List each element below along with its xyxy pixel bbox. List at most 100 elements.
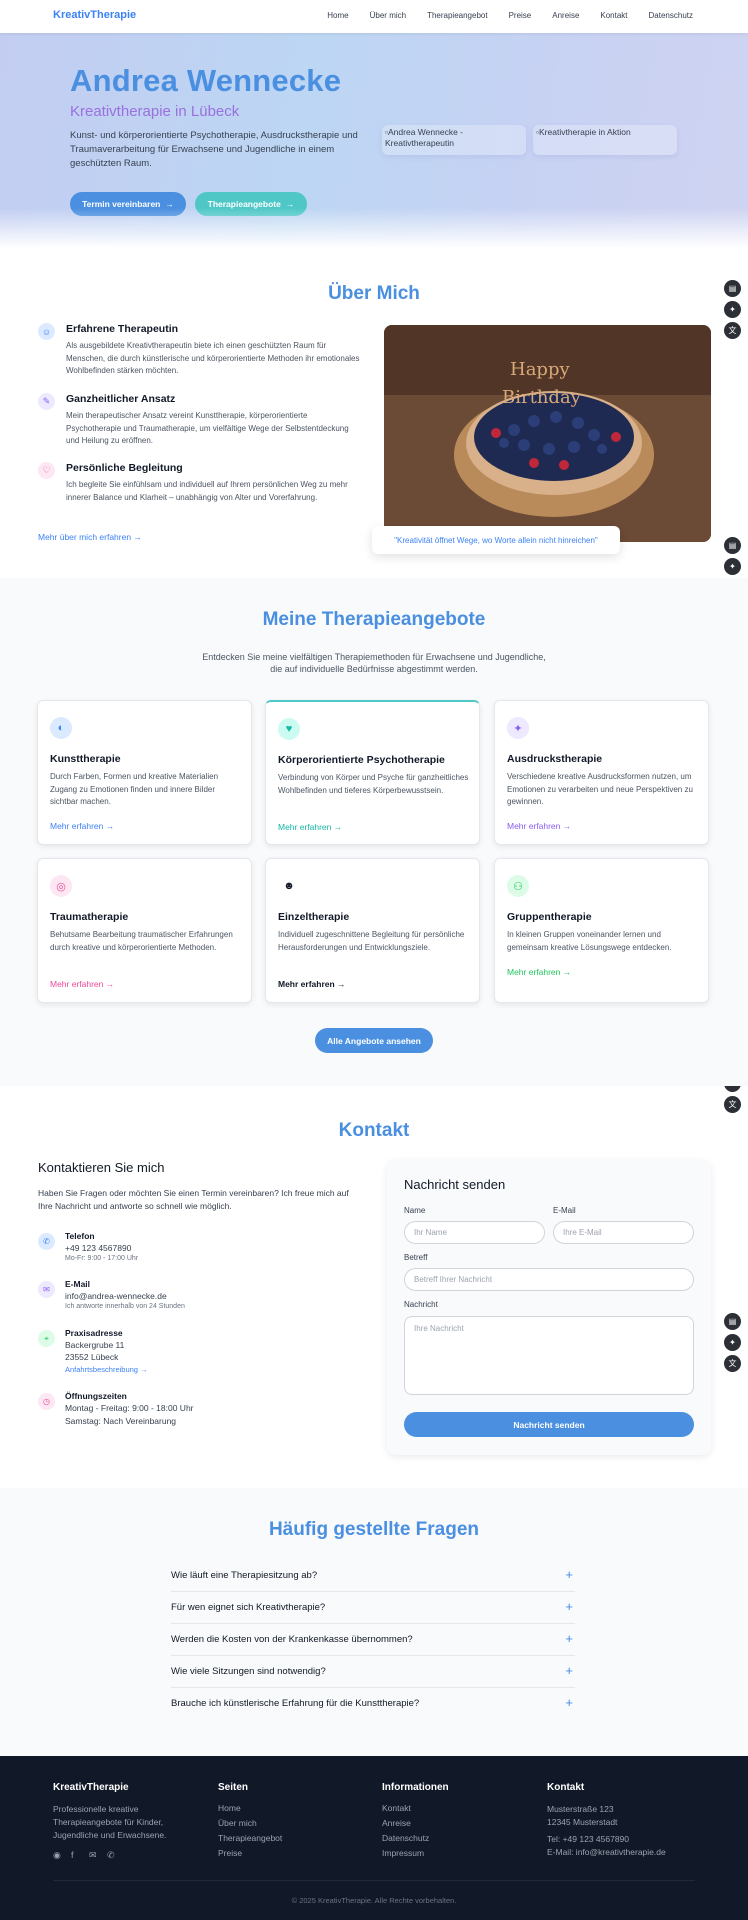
offer-card-link[interactable]: Mehr erfahren → <box>507 821 571 831</box>
translate-icon[interactable]: 文 <box>724 1355 741 1372</box>
reader-icon[interactable]: ▤ <box>724 537 741 554</box>
plus-icon: + <box>565 1695 573 1710</box>
offer-card-individual-therapy[interactable]: ☻ Einzeltherapie Individuell zugeschnitt… <box>265 858 480 1003</box>
top-navbar: KreativTherapie Home Über mich Therapiea… <box>0 0 748 33</box>
clock-icon: ◷ <box>38 1393 55 1410</box>
contact-email-label: E-Mail <box>65 1279 91 1289</box>
contact-address-label: Praxisadresse <box>65 1328 123 1338</box>
offer-card-title: Traumatherapie <box>50 911 129 923</box>
faq-question: Wie viele Sitzungen sind notwendig? <box>171 1666 326 1677</box>
faq-item[interactable]: Wie läuft eine Therapiesitzung ab? + <box>171 1560 575 1592</box>
offer-card-title: Kunsttherapie <box>50 753 121 765</box>
footer-link-contact[interactable]: Kontakt <box>382 1803 449 1813</box>
faq-question: Wie läuft eine Therapiesitzung ab? <box>171 1570 318 1581</box>
offer-card-expression-therapy[interactable]: ✦ Ausdruckstherapie Verschiedene kreativ… <box>494 700 709 845</box>
footer-link-home[interactable]: Home <box>218 1803 282 1813</box>
footer-link-therapy[interactable]: Therapieangebot <box>218 1833 282 1843</box>
hero-image-action: ▫Kreativtherapie in Aktion <box>533 125 677 155</box>
side-widget-group: ▤ ✦ 文 <box>724 1313 744 1376</box>
contact-email-address[interactable]: info@andrea-wennecke.de <box>65 1291 167 1301</box>
footer-link-privacy[interactable]: Datenschutz <box>382 1833 449 1843</box>
contact-phone-number[interactable]: +49 123 4567890 <box>65 1243 131 1253</box>
footer-link-directions[interactable]: Anreise <box>382 1818 449 1828</box>
offer-card-link[interactable]: Mehr erfahren → <box>50 821 114 831</box>
quote-card: "Kreativität öffnet Wege, wo Worte allei… <box>372 526 620 554</box>
offer-card-body-psychotherapy[interactable]: ♥ Körperorientierte Psychotherapie Verbi… <box>265 700 480 845</box>
nav-link-privacy[interactable]: Datenschutz <box>649 11 693 20</box>
hero-subtitle: Kreativtherapie in Lübeck <box>70 103 240 120</box>
offer-card-text: Verbindung von Körper und Psyche für gan… <box>278 773 469 795</box>
faq-item[interactable]: Wie viele Sitzungen sind notwendig? + <box>171 1656 575 1688</box>
reader-icon[interactable]: ▤ <box>724 1313 741 1330</box>
faq-item[interactable]: Werden die Kosten von der Krankenkasse ü… <box>171 1624 575 1656</box>
group-icon: ⚇ <box>507 875 529 897</box>
name-input[interactable]: Ihr Name <box>404 1221 545 1244</box>
offer-card-group-therapy[interactable]: ⚇ Gruppentherapie In kleinen Gruppen von… <box>494 858 709 1003</box>
nav-link-about[interactable]: Über mich <box>370 11 406 20</box>
offer-card-art-therapy[interactable]: ◐ Kunsttherapie Durch Farben, Formen und… <box>37 700 252 845</box>
footer-pages: Seiten Home Über mich Therapieangebot Pr… <box>218 1782 282 1863</box>
svg-text:Happy: Happy <box>510 359 570 380</box>
contact-email-note: Ich antworte innerhalb von 24 Stunden <box>65 1303 185 1310</box>
contact-hours-saturday: Samstag: Nach Vereinbarung <box>65 1416 177 1426</box>
offer-card-link[interactable]: Mehr erfahren → <box>507 967 571 977</box>
nav-link-contact[interactable]: Kontakt <box>600 11 627 20</box>
footer-city: 12345 Musterstadt <box>547 1817 618 1827</box>
all-offers-button[interactable]: Alle Angebote ansehen <box>315 1028 433 1053</box>
facebook-icon[interactable]: f <box>71 1850 81 1860</box>
faq-title: Häufig gestellte Fragen <box>268 1519 480 1540</box>
instagram-icon[interactable]: ◉ <box>53 1850 63 1860</box>
message-label: Nachricht <box>404 1300 438 1309</box>
send-message-button[interactable]: Nachricht senden <box>404 1412 694 1437</box>
nav-link-home[interactable]: Home <box>327 11 348 20</box>
offer-card-link[interactable]: Mehr erfahren → <box>278 979 346 989</box>
faq-item[interactable]: Brauche ich künstlerische Erfahrung für … <box>171 1688 575 1720</box>
therapy-offers-button[interactable]: Therapieangebote → <box>195 192 307 216</box>
copyright: © 2025 KreativTherapie. Alle Rechte vorb… <box>291 1896 457 1905</box>
arrow-right-icon: → <box>285 199 295 209</box>
hero-description: Kunst- und körperorientierte Psychothera… <box>70 130 358 169</box>
offer-card-title: Körperorientierte Psychotherapie <box>278 754 445 766</box>
person-icon: ☻ <box>278 875 300 897</box>
footer-divider <box>53 1880 695 1881</box>
email-input[interactable]: Ihre E-Mail <box>553 1221 694 1244</box>
message-textarea[interactable]: Ihre Nachricht <box>404 1316 694 1395</box>
translate-icon[interactable]: 文 <box>724 322 741 339</box>
ai-sparkle-icon[interactable]: ✦ <box>724 1334 741 1351</box>
about-item-heading: Ganzheitlicher Ansatz <box>66 393 176 405</box>
footer-link-imprint[interactable]: Impressum <box>382 1848 449 1858</box>
offer-card-trauma-therapy[interactable]: ◎ Traumatherapie Behutsame Bearbeitung t… <box>37 858 252 1003</box>
book-appointment-button[interactable]: Termin vereinbaren → <box>70 192 186 216</box>
about-item-text: Ich begleite Sie einfühlsam und individu… <box>66 480 348 502</box>
translate-icon[interactable]: 文 <box>724 1096 741 1113</box>
cake-illustration: Happy Birthday <box>384 325 711 542</box>
subject-input[interactable]: Betreff Ihrer Nachricht <box>404 1268 694 1291</box>
ai-sparkle-icon[interactable]: ✦ <box>724 558 741 575</box>
contact-intro: Haben Sie Fragen oder möchten Sie einen … <box>38 1188 349 1211</box>
contact-phone-label: Telefon <box>65 1231 95 1241</box>
therapy-offers-label: Therapieangebote <box>207 199 281 209</box>
footer-link-about[interactable]: Über mich <box>218 1818 282 1828</box>
contact-form: Nachricht senden Name Ihr Name E-Mail Ih… <box>387 1160 711 1455</box>
nav-link-directions[interactable]: Anreise <box>552 11 579 20</box>
footer: KreativTherapie Professionelle kreative … <box>0 1756 748 1920</box>
brand-logo[interactable]: KreativTherapie <box>53 9 136 21</box>
mail-icon[interactable]: ✉ <box>89 1850 99 1860</box>
directions-link[interactable]: Anfahrtsbeschreibung → <box>65 1365 148 1374</box>
social-links: ◉ f ✉ ✆ <box>53 1850 193 1860</box>
footer-about: KreativTherapie Professionelle kreative … <box>53 1782 193 1860</box>
faq-question: Werden die Kosten von der Krankenkasse ü… <box>171 1634 413 1645</box>
footer-link-prices[interactable]: Preise <box>218 1848 282 1858</box>
offer-card-text: Verschiedene kreative Ausdrucksformen nu… <box>507 772 693 806</box>
about-item-text: Mein therapeutischer Ansatz vereint Kuns… <box>66 411 349 445</box>
faq-item[interactable]: Für wen eignet sich Kreativtherapie? + <box>171 1592 575 1624</box>
offer-card-link[interactable]: Mehr erfahren → <box>50 979 114 989</box>
phone-icon[interactable]: ✆ <box>107 1850 117 1860</box>
offer-card-link[interactable]: Mehr erfahren → <box>278 822 342 832</box>
contact-hours-label: Öffnungszeiten <box>65 1391 127 1401</box>
nav-link-prices[interactable]: Preise <box>509 11 532 20</box>
nav-link-therapy[interactable]: Therapieangebot <box>427 11 488 20</box>
about-more-link[interactable]: Mehr über mich erfahren → <box>38 532 142 542</box>
hero-image-portrait-alt: Andrea Wennecke - Kreativtherapeutin <box>385 127 463 148</box>
arrow-right-icon: → <box>165 199 174 209</box>
